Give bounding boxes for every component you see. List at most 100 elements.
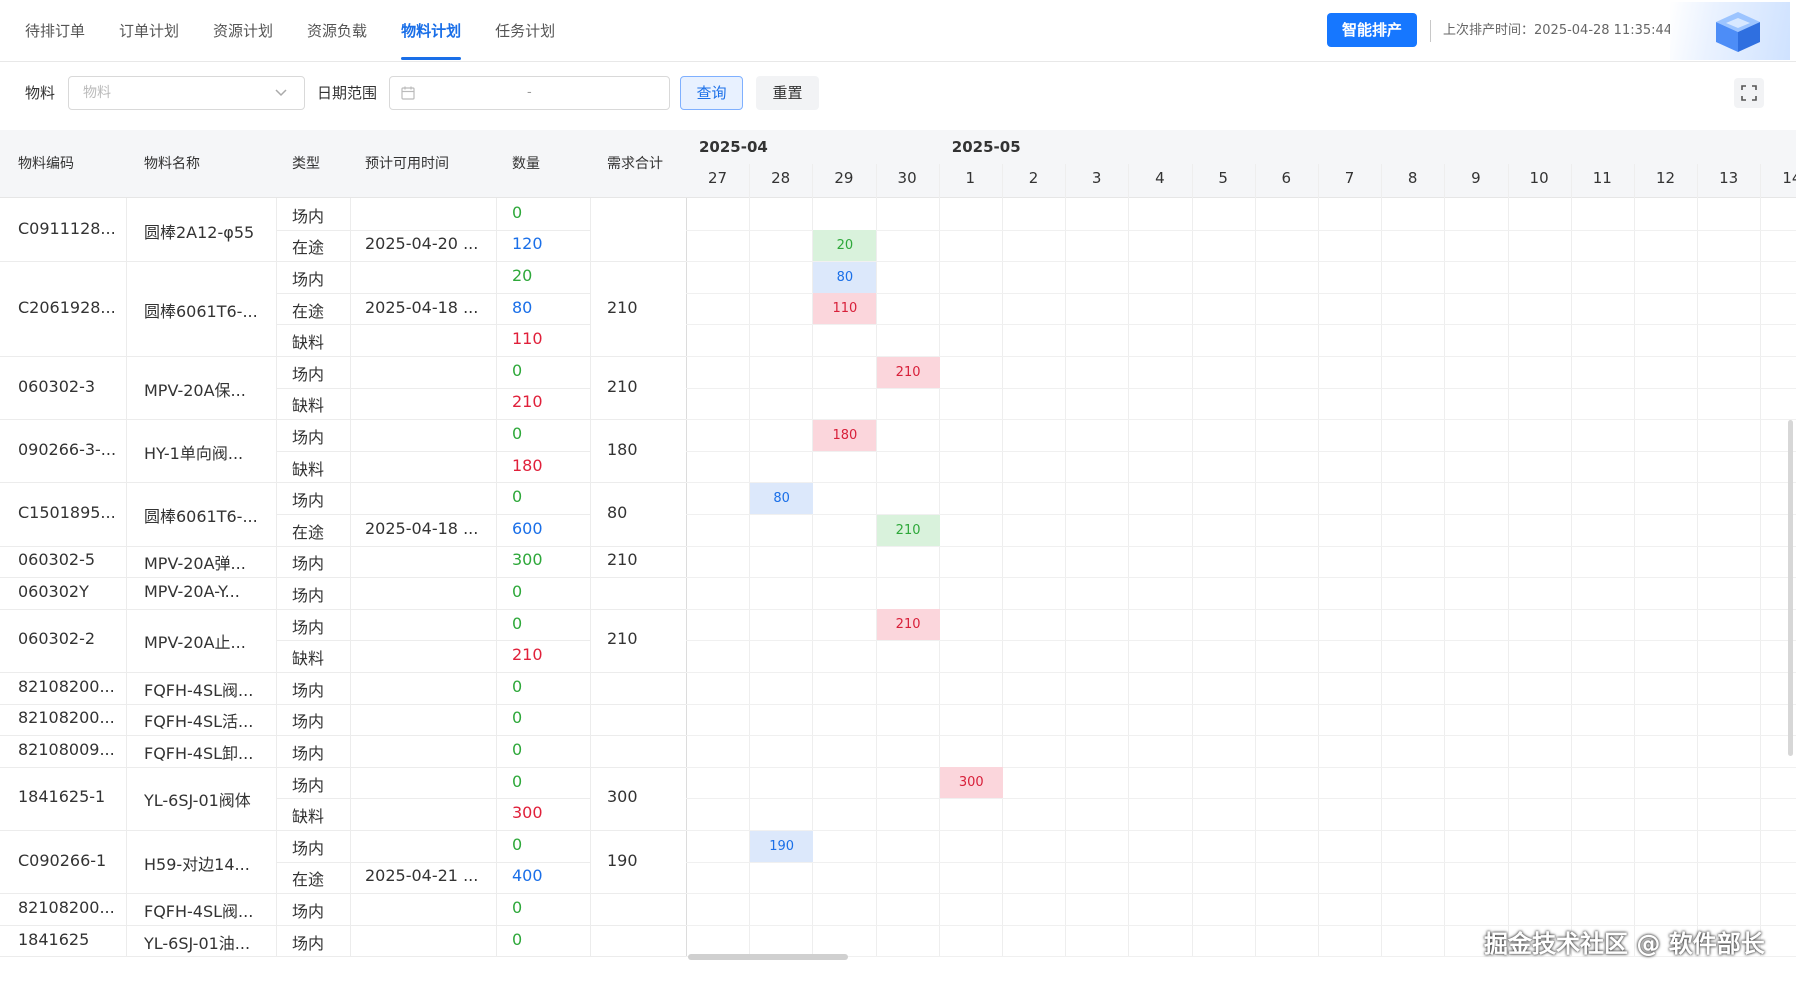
row-divider [276, 229, 590, 231]
fullscreen-button[interactable] [1734, 78, 1764, 108]
row-type: 在途 [292, 301, 325, 321]
row-type: 场内 [292, 744, 325, 763]
vertical-scrollbar[interactable] [1788, 420, 1793, 756]
tab-6[interactable]: 任务计划 [495, 0, 555, 62]
gantt-grid-row [686, 672, 1796, 673]
day-label: 7 [1344, 169, 1355, 187]
gantt-bar[interactable]: 180 [813, 419, 877, 451]
row-qty: 400 [512, 866, 543, 886]
gantt-grid-row [686, 766, 1796, 768]
gantt-bar[interactable]: 210 [876, 514, 940, 546]
group-divider [0, 356, 686, 357]
row-qty: 80 [512, 297, 533, 317]
material-total: 210 [607, 550, 638, 570]
tab-5[interactable]: 物料计划 [401, 0, 462, 62]
gantt-bar[interactable]: 80 [750, 482, 814, 514]
gantt-grid-column [1318, 164, 1319, 957]
date-range-picker[interactable]: - [389, 76, 670, 110]
material-name: FQFH-4SL阀... [144, 680, 254, 700]
gantt-bar[interactable]: 80 [813, 261, 877, 293]
row-qty: 0 [512, 929, 523, 949]
day-label: 2 [1028, 169, 1039, 187]
material-code: 060302-2 [18, 629, 96, 649]
gantt-grid-row [686, 640, 1796, 642]
gantt-bar[interactable]: 210 [876, 609, 940, 641]
row-divider [276, 450, 590, 452]
row-qty: 600 [512, 518, 543, 538]
gantt-grid-row [686, 324, 1796, 326]
gantt-grid-row [686, 577, 1796, 579]
material-total: 210 [607, 376, 638, 396]
column-divider [276, 198, 277, 957]
horizontal-scrollbar[interactable] [688, 954, 848, 960]
material-code: 060302Y [18, 582, 89, 601]
row-type: 场内 [292, 586, 325, 605]
row-type: 场内 [292, 428, 325, 447]
smart-schedule-button[interactable]: 智能排产 [1327, 13, 1417, 47]
tab-1[interactable]: 待排订单 [25, 0, 85, 62]
material-name: MPV-20A止... [144, 633, 246, 653]
row-type: 缺料 [292, 396, 325, 416]
gantt-grid-row [686, 861, 1796, 863]
column-divider [126, 198, 127, 957]
tab-4[interactable]: 资源负载 [307, 0, 367, 62]
row-qty: 0 [512, 202, 523, 222]
gantt-grid-column [1002, 164, 1003, 957]
gantt-grid-row [686, 608, 1796, 610]
day-label: 8 [1407, 169, 1418, 187]
column-header: 数量 [512, 156, 540, 172]
gantt-grid-row [686, 830, 1796, 831]
gantt-grid-column [1570, 164, 1572, 957]
gantt-bar[interactable]: 300 [939, 767, 1003, 799]
tab-3[interactable]: 资源计划 [213, 0, 273, 62]
row-qty: 0 [512, 771, 523, 791]
gantt-grid-row [686, 514, 1796, 515]
gantt-grid-column [1381, 164, 1383, 957]
group-divider [0, 419, 686, 421]
gantt-grid-column [938, 164, 940, 957]
cube-illustration-icon [1716, 12, 1760, 52]
row-divider [276, 640, 590, 642]
row-qty: 0 [512, 360, 523, 380]
gantt-bar[interactable]: 20 [813, 230, 877, 262]
header-divider [1430, 20, 1431, 42]
reset-button[interactable]: 重置 [756, 76, 819, 110]
material-name: HY-1单向阀... [144, 443, 244, 463]
material-name: FQFH-4SL阀... [144, 902, 254, 921]
day-label: 27 [707, 169, 728, 187]
material-code: 060302-5 [18, 550, 96, 570]
material-code: C2061928... [18, 297, 116, 317]
tab-2[interactable]: 订单计划 [119, 0, 179, 62]
group-divider [0, 261, 686, 263]
material-select[interactable]: 物料 [68, 76, 305, 110]
gantt-bar[interactable]: 190 [750, 830, 814, 862]
group-divider [0, 545, 686, 547]
gantt-bar[interactable]: 110 [813, 293, 877, 325]
chevron-down-icon [275, 89, 287, 97]
row-qty: 210 [512, 392, 543, 412]
row-qty: 0 [512, 613, 523, 633]
gantt-grid-row [686, 450, 1796, 452]
material-code: 82108009... [18, 740, 115, 759]
row-type: 场内 [292, 775, 325, 795]
material-code: C0911128... [18, 218, 116, 238]
day-label: 5 [1218, 169, 1228, 187]
row-divider [276, 324, 590, 326]
gantt-grid-row [686, 703, 1796, 705]
day-label: 13 [1719, 169, 1739, 187]
row-qty: 0 [512, 740, 523, 759]
material-code: 1841625 [18, 929, 90, 949]
material-name: H59-对边14... [144, 854, 250, 874]
date-range-label: 日期范围 [317, 84, 378, 102]
row-type: 缺料 [292, 459, 325, 479]
row-divider [276, 292, 590, 294]
day-label: 6 [1281, 169, 1292, 187]
group-divider [0, 893, 686, 895]
row-time: 2025-04-18 ... [365, 518, 479, 538]
column-header: 物料名称 [144, 156, 200, 172]
query-button[interactable]: 查询 [680, 76, 743, 110]
row-qty: 110 [512, 329, 543, 349]
row-time: 2025-04-18 ... [365, 297, 479, 317]
gantt-bar[interactable]: 210 [876, 356, 940, 388]
row-type: 场内 [292, 491, 325, 511]
